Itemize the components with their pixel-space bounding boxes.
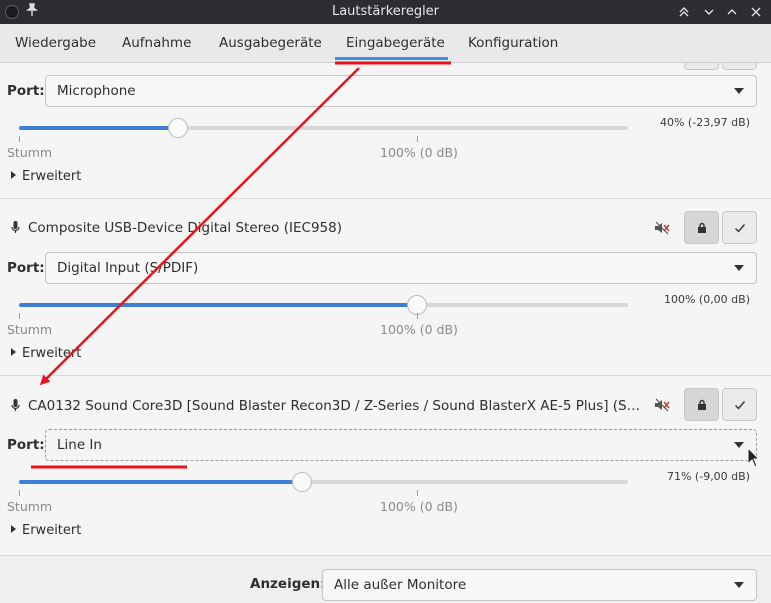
separator xyxy=(0,375,771,376)
tab-eingabegeraete[interactable]: Eingabegeräte xyxy=(346,35,445,51)
microphone-icon xyxy=(11,399,20,411)
volume-slider[interactable] xyxy=(19,295,628,315)
mute-icon[interactable] xyxy=(654,221,670,235)
chevron-down-icon xyxy=(734,265,744,271)
show-filter-label: Anzeigen: xyxy=(250,576,326,592)
volume-db-label: 71% (-9,00 dB) xyxy=(666,470,750,483)
advanced-label: Erweitert xyxy=(22,169,82,184)
volume-slider[interactable] xyxy=(19,472,628,492)
maximize-icon[interactable] xyxy=(722,2,742,22)
keep-above-icon[interactable] xyxy=(674,2,694,22)
device-header: CA0132 Sound Core3D [Sound Blaster Recon… xyxy=(11,398,648,414)
device-name: Composite USB-Device Digital Stereo (IEC… xyxy=(28,220,342,236)
advanced-expander[interactable]: Erweitert xyxy=(11,169,81,184)
chevron-down-icon xyxy=(734,88,744,94)
checkmark-icon xyxy=(735,224,746,233)
port-value: Line In xyxy=(57,437,102,453)
chevron-down-icon xyxy=(734,442,744,448)
tick-mute xyxy=(19,136,20,142)
volume-slider-handle[interactable] xyxy=(407,295,427,315)
footer-bar: Anzeigen: Alle außer Monitore xyxy=(0,555,771,603)
volume-db-label: 100% (0,00 dB) xyxy=(663,293,750,306)
chevron-right-icon xyxy=(11,525,16,533)
volume-slider-fill xyxy=(19,480,302,484)
advanced-expander[interactable]: Erweitert xyxy=(11,523,81,538)
slider-min-label: Stumm xyxy=(7,322,53,337)
device-header: Composite USB-Device Digital Stereo (IEC… xyxy=(11,220,342,236)
lock-channels-button[interactable] xyxy=(684,211,719,244)
tick-mute xyxy=(19,313,20,319)
volume-slider[interactable] xyxy=(19,118,628,138)
chevron-down-icon xyxy=(734,582,744,588)
advanced-label: Erweitert xyxy=(22,346,82,361)
chevron-right-icon xyxy=(11,171,16,179)
tab-konfiguration[interactable]: Konfiguration xyxy=(468,35,558,51)
tick-100 xyxy=(417,490,418,496)
lock-channels-button[interactable] xyxy=(684,63,719,70)
tick-mute xyxy=(19,490,20,496)
tick-100 xyxy=(417,313,418,319)
slider-min-label: Stumm xyxy=(7,499,53,514)
slider-100-label: 100% (0 dB) xyxy=(380,322,458,337)
port-label: Port: xyxy=(7,83,45,99)
mute-icon[interactable] xyxy=(654,398,670,412)
slider-min-label: Stumm xyxy=(7,145,53,160)
set-default-button[interactable] xyxy=(722,211,757,244)
advanced-expander[interactable]: Erweitert xyxy=(11,346,81,361)
port-select[interactable]: Line In xyxy=(45,429,757,461)
port-value: Digital Input (S/PDIF) xyxy=(57,260,199,276)
lock-channels-button[interactable] xyxy=(684,388,719,421)
volume-slider-handle[interactable] xyxy=(292,472,312,492)
advanced-label: Erweitert xyxy=(22,523,82,538)
port-label: Port: xyxy=(7,260,45,276)
lock-icon xyxy=(698,399,706,410)
close-icon[interactable] xyxy=(746,2,766,22)
port-label: Port: xyxy=(7,437,45,453)
tab-wiedergabe[interactable]: Wiedergabe xyxy=(15,35,96,51)
slider-100-label: 100% (0 dB) xyxy=(380,145,458,160)
set-default-button[interactable] xyxy=(722,63,757,70)
title-bar: Lautstärkeregler xyxy=(0,0,771,24)
microphone-icon xyxy=(11,221,20,233)
checkmark-icon xyxy=(735,401,746,410)
volume-slider-fill xyxy=(19,126,178,130)
minimize-icon[interactable] xyxy=(699,2,719,22)
active-tab-indicator xyxy=(335,57,448,60)
separator xyxy=(0,198,771,199)
tab-ausgabegeraete[interactable]: Ausgabegeräte xyxy=(219,35,322,51)
set-default-button[interactable] xyxy=(722,388,757,421)
device-list[interactable]: Port: Microphone 40% (-23,97 dB) Stumm 1… xyxy=(0,63,771,555)
window-title: Lautstärkeregler xyxy=(331,4,440,19)
show-filter-value: Alle außer Monitore xyxy=(334,577,467,593)
tab-aufnahme[interactable]: Aufnahme xyxy=(122,35,191,51)
device-name: CA0132 Sound Core3D [Sound Blaster Recon… xyxy=(28,398,648,414)
show-filter-select[interactable]: Alle außer Monitore xyxy=(322,569,757,601)
port-select[interactable]: Digital Input (S/PDIF) xyxy=(45,252,757,284)
volume-slider-fill xyxy=(19,303,417,307)
volume-db-label: 40% (-23,97 dB) xyxy=(659,116,750,129)
chevron-right-icon xyxy=(11,348,16,356)
tick-100 xyxy=(417,136,418,142)
volume-slider-handle[interactable] xyxy=(168,118,188,138)
slider-100-label: 100% (0 dB) xyxy=(380,499,458,514)
port-value: Microphone xyxy=(57,83,136,99)
port-select[interactable]: Microphone xyxy=(45,75,757,107)
lock-icon xyxy=(698,222,706,233)
